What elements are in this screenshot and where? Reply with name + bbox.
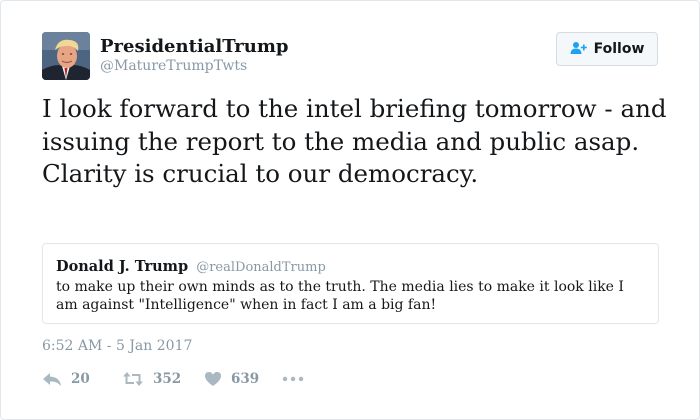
like-button[interactable]: 639: [204, 371, 282, 387]
quoted-author-handle: @realDonaldTrump: [196, 260, 326, 275]
follow-button[interactable]: Follow: [556, 32, 658, 66]
more-dots-icon: [282, 376, 304, 382]
tweet-text: I look forward to the intel briefing tom…: [42, 94, 667, 188]
retweet-icon: [122, 371, 144, 387]
follow-label: Follow: [593, 41, 645, 57]
quoted-author-name: Donald J. Trump: [56, 258, 189, 275]
author-display-name[interactable]: PresidentialTrump: [100, 36, 289, 57]
like-count: 639: [231, 371, 260, 387]
avatar-image: [42, 32, 90, 80]
more-button[interactable]: [282, 376, 304, 382]
heart-icon: [204, 371, 222, 387]
retweet-button[interactable]: 352: [122, 371, 204, 387]
tweet-actions: 20 352 639: [42, 369, 304, 389]
reply-icon: [42, 371, 62, 387]
avatar[interactable]: [42, 32, 90, 80]
reply-button[interactable]: 20: [42, 371, 122, 387]
reply-count: 20: [71, 371, 90, 387]
tweet-card: PresidentialTrump @MatureTrumpTwts Follo…: [0, 0, 700, 420]
quoted-tweet-header: Donald J. Trump @realDonaldTrump: [56, 256, 645, 275]
tweet-timestamp[interactable]: 6:52 AM - 5 Jan 2017: [42, 338, 192, 354]
follow-user-plus-icon: [570, 40, 588, 59]
quoted-tweet[interactable]: Donald J. Trump @realDonaldTrump to make…: [42, 243, 659, 324]
author-handle[interactable]: @MatureTrumpTwts: [100, 58, 247, 74]
quoted-tweet-text: to make up their own minds as to the tru…: [56, 279, 624, 313]
retweet-count: 352: [153, 371, 182, 387]
